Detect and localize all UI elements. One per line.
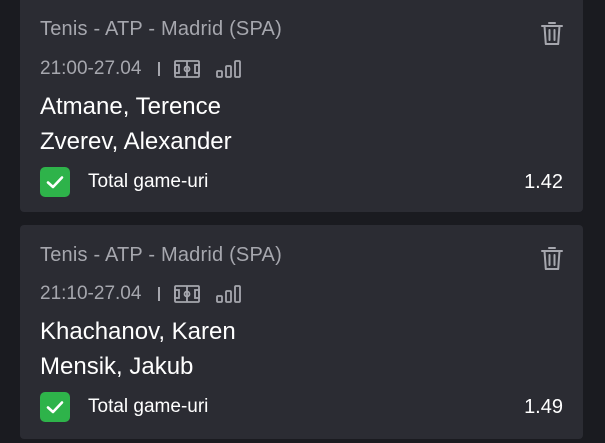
stats-icon[interactable]: [216, 60, 242, 78]
odd-value: 1.49: [524, 395, 563, 418]
odd-value: 1.42: [524, 170, 563, 193]
divider: [158, 62, 161, 76]
team-away: Zverev, Alexander: [40, 128, 232, 155]
match-meta: 21:00-27.04: [40, 57, 242, 81]
checkmark-icon: [46, 176, 64, 189]
team-home: Atmane, Terence: [40, 93, 221, 120]
match-time: 21:00-27.04: [40, 58, 142, 79]
betslip-list: Tenis - ATP - Madrid (SPA) 21:00-27.04 A…: [0, 0, 605, 443]
checkmark-icon: [46, 401, 64, 414]
team-away: Mensik, Jakub: [40, 353, 194, 380]
league-label: Tenis - ATP - Madrid (SPA): [40, 18, 282, 40]
selection-checkbox[interactable]: [40, 167, 70, 197]
trash-icon[interactable]: [541, 20, 563, 46]
selection-checkbox[interactable]: [40, 392, 70, 422]
stats-icon[interactable]: [216, 285, 242, 303]
field-icon[interactable]: [174, 285, 201, 303]
match-time: 21:10-27.04: [40, 283, 142, 304]
market-label: Total game-uri: [88, 396, 209, 417]
match-meta: 21:10-27.04: [40, 282, 242, 306]
trash-icon[interactable]: [541, 245, 563, 271]
bet-card: Tenis - ATP - Madrid (SPA) 21:10-27.04 K…: [20, 225, 583, 439]
market-row: Total game-uri 1.49: [40, 392, 563, 422]
market-label: Total game-uri: [88, 171, 209, 192]
field-icon[interactable]: [174, 60, 201, 78]
divider: [158, 287, 161, 301]
bet-card: Tenis - ATP - Madrid (SPA) 21:00-27.04 A…: [20, 0, 583, 212]
league-label: Tenis - ATP - Madrid (SPA): [40, 244, 282, 266]
market-row: Total game-uri 1.42: [40, 167, 563, 197]
team-home: Khachanov, Karen: [40, 318, 236, 345]
